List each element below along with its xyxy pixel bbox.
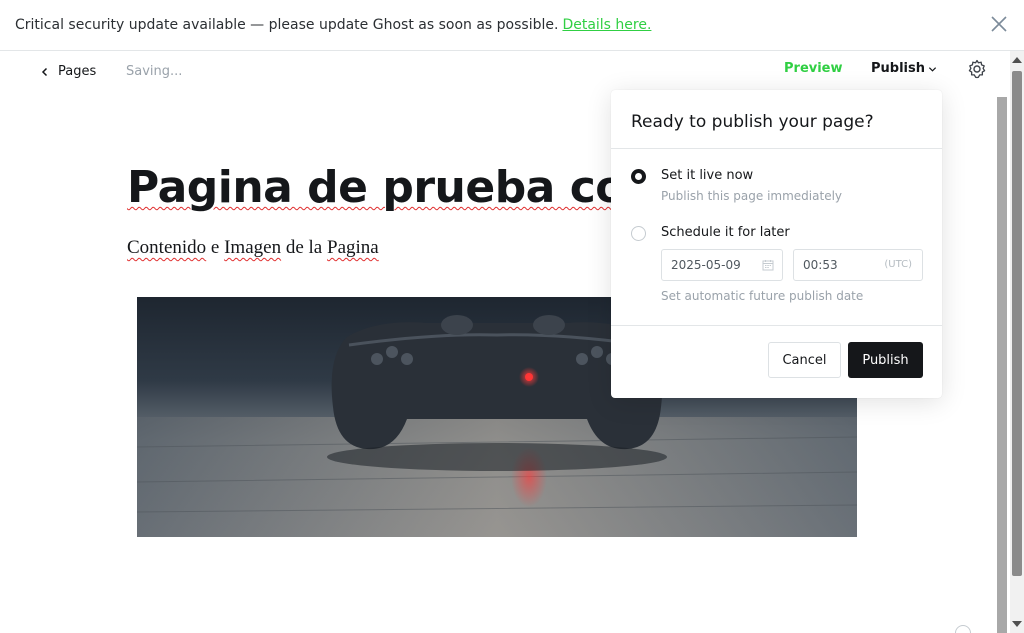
back-link-label: Pages [58,64,97,79]
publish-menu-trigger[interactable]: Publish [871,61,937,76]
publish-trigger-label: Publish [871,61,925,76]
body-word: de [285,237,304,258]
calendar-icon[interactable] [762,259,774,271]
banner-message: Critical security update available — ple… [15,17,559,33]
schedule-time-value: 00:53 [803,258,838,272]
chevron-down-icon [928,67,937,72]
help-icon[interactable] [955,625,971,633]
gear-icon[interactable] [967,59,987,79]
divider [611,325,942,326]
timezone-label: (UTC) [884,259,912,270]
body-word: e [210,237,220,258]
close-icon[interactable] [990,15,1008,33]
preview-button[interactable]: Preview [784,61,843,76]
back-to-pages-link[interactable]: Pages [40,64,96,79]
option-set-live-now-description: Publish this page immediately [661,189,843,203]
page-scrollbar[interactable] [1010,51,1024,633]
scrollbar-thumb[interactable] [1012,71,1022,576]
body-word: Pagina [327,237,379,258]
schedule-date-value: 2025-05-09 [671,258,741,272]
divider [611,148,942,149]
schedule-hint: Set automatic future publish date [661,289,864,303]
radio-schedule-later[interactable] [631,226,646,241]
schedule-date-input[interactable]: 2025-05-09 [661,249,783,281]
scroll-down-icon[interactable] [1012,621,1022,627]
option-set-live-now-label[interactable]: Set it live now [661,168,753,183]
save-status: Saving... [126,64,183,79]
chevron-left-icon [41,67,48,76]
scroll-up-icon[interactable] [1012,57,1022,63]
publish-popover-title: Ready to publish your page? [631,112,874,132]
radio-set-live-now[interactable] [631,169,646,184]
schedule-time-input[interactable]: 00:53 (UTC) [793,249,923,281]
banner-details-link[interactable]: Details here. [562,17,651,33]
editor-scroll-track[interactable] [997,97,1007,633]
title-text: Pagina de prueba con [127,162,656,213]
body-word: Contenido [127,237,207,258]
cancel-button[interactable]: Cancel [768,342,841,378]
publish-button[interactable]: Publish [848,342,923,378]
publish-popover: Ready to publish your page? Set it live … [611,90,942,398]
security-update-banner: Critical security update available — ple… [0,0,1024,51]
post-title[interactable]: Pagina de prueba con [127,162,656,213]
body-word: la [308,237,323,258]
post-body-paragraph[interactable]: Contenido e Imagen de la Pagina [127,237,379,259]
option-schedule-later-label[interactable]: Schedule it for later [661,225,790,240]
body-word: Imagen [224,237,282,258]
editor-header: Pages Saving... Preview Publish [0,51,1010,91]
